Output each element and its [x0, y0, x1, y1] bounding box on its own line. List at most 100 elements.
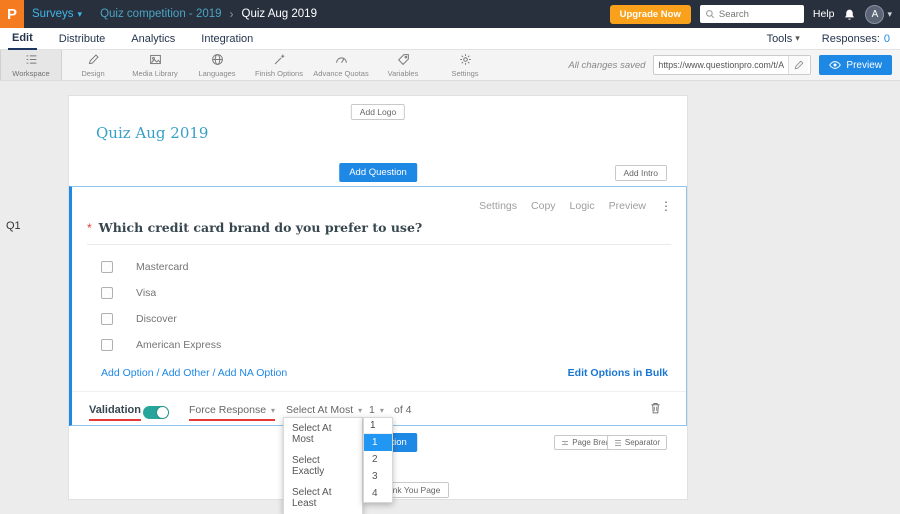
- toolbar-item-workspace[interactable]: Workspace: [0, 50, 62, 80]
- help-link[interactable]: Help: [813, 8, 835, 20]
- toolbar-item-label: Advance Quotas: [313, 68, 369, 78]
- validation-label: Validation: [89, 404, 141, 421]
- toolbar-item-label: Design: [81, 68, 105, 78]
- option-label[interactable]: Mastercard: [136, 261, 189, 273]
- option-label[interactable]: Discover: [136, 313, 177, 325]
- survey-url-input[interactable]: [654, 60, 789, 70]
- responses-label: Responses:: [821, 32, 880, 45]
- search-icon: [705, 9, 715, 19]
- add-logo-button[interactable]: Add Logo: [350, 104, 406, 120]
- toolbar-item-settings[interactable]: Settings: [434, 50, 496, 80]
- editor-canvas: Q1 Add Logo Quiz Aug 2019 Add Question A…: [0, 81, 900, 514]
- variables-tag-icon: [397, 53, 410, 68]
- count-option-4[interactable]: 4: [364, 485, 392, 502]
- chevron-down-icon: ▾: [379, 406, 384, 415]
- edit-options-in-bulk-link[interactable]: Edit Options in Bulk: [568, 367, 668, 379]
- topbar-right-cluster: Upgrade Now Help A ▾: [609, 4, 900, 24]
- search-input[interactable]: [718, 8, 799, 20]
- languages-globe-icon: [211, 53, 224, 68]
- survey-url-box: [653, 55, 812, 75]
- responses-count: 0: [883, 32, 890, 45]
- toolbar-item-advance-quotas[interactable]: Advance Quotas: [310, 50, 372, 80]
- nav-tab-analytics[interactable]: Analytics: [127, 28, 179, 50]
- option-row: Visa: [101, 287, 156, 299]
- surveys-product-menu[interactable]: Surveys ▾: [24, 8, 92, 20]
- save-status-text: All changes saved: [568, 59, 646, 71]
- toolbar-item-media-library[interactable]: Media Library: [124, 50, 186, 80]
- option-row: Mastercard: [101, 261, 189, 273]
- count-option-1[interactable]: 1: [364, 434, 392, 451]
- upgrade-now-button[interactable]: Upgrade Now: [609, 4, 691, 24]
- chevron-down-icon: ▾: [358, 406, 363, 415]
- required-asterisk: *: [87, 221, 92, 235]
- media-image-icon: [149, 53, 162, 68]
- preview-button[interactable]: Preview: [819, 55, 892, 75]
- question-actions: Settings Copy Logic Preview ⋮: [479, 199, 672, 213]
- edit-toolbar: Workspace Design Media Library Languages…: [0, 50, 900, 81]
- nav-tab-distribute[interactable]: Distribute: [55, 28, 109, 50]
- breadcrumb-parent[interactable]: Quiz competition - 2019: [100, 8, 221, 20]
- primary-nav: Edit Distribute Analytics Integration To…: [0, 28, 900, 50]
- notifications-bell-icon[interactable]: [843, 8, 856, 21]
- eye-icon: [829, 59, 842, 71]
- dropdown-option-select-exactly[interactable]: Select Exactly: [284, 450, 362, 482]
- tools-menu[interactable]: Tools ▾: [767, 33, 800, 45]
- count-value: 1: [369, 404, 375, 416]
- question-preview-link[interactable]: Preview: [609, 200, 646, 212]
- chevron-down-icon: ▾: [795, 33, 800, 43]
- force-response-dropdown[interactable]: Force Response ▾: [189, 404, 276, 421]
- count-option-3[interactable]: 3: [364, 468, 392, 485]
- workspace-icon: [25, 53, 38, 68]
- avatar[interactable]: A ▾: [865, 4, 892, 24]
- toolbar-item-label: Media Library: [132, 68, 178, 78]
- question-logic-link[interactable]: Logic: [570, 200, 595, 212]
- option-label[interactable]: American Express: [136, 339, 221, 351]
- validation-toggle[interactable]: [143, 406, 169, 419]
- toolbar-item-design[interactable]: Design: [62, 50, 124, 80]
- edit-url-pencil-icon[interactable]: [788, 56, 809, 74]
- more-options-icon[interactable]: ⋮: [660, 199, 672, 213]
- chevron-down-icon: ▾: [271, 406, 276, 415]
- breadcrumb: Quiz competition - 2019 › Quiz Aug 2019: [100, 7, 317, 21]
- dropdown-option-select-at-least[interactable]: Select At Least: [284, 482, 362, 514]
- question-divider: [87, 244, 671, 245]
- add-question-button-top[interactable]: Add Question: [339, 163, 417, 182]
- separator-icon: [614, 439, 622, 447]
- preview-label: Preview: [846, 59, 882, 71]
- option-checkbox[interactable]: [101, 287, 113, 299]
- question-copy-link[interactable]: Copy: [531, 200, 556, 212]
- option-checkbox[interactable]: [101, 313, 113, 325]
- toolbar-item-languages[interactable]: Languages: [186, 50, 248, 80]
- design-pencil-icon: [87, 53, 100, 68]
- of-total-label: of 4: [394, 404, 412, 416]
- toolbar-item-label: Variables: [387, 68, 419, 78]
- option-checkbox[interactable]: [101, 261, 113, 273]
- question-text[interactable]: Which credit card brand do you prefer to…: [99, 220, 423, 235]
- settings-gear-icon: [459, 53, 472, 68]
- toolbar-item-variables[interactable]: Variables: [372, 50, 434, 80]
- survey-title[interactable]: Quiz Aug 2019: [96, 124, 208, 142]
- separator-button[interactable]: Separator: [606, 435, 667, 450]
- nav-tab-edit[interactable]: Edit: [8, 28, 37, 50]
- finish-options-wand-icon: [273, 53, 286, 68]
- add-option-links[interactable]: Add Option / Add Other / Add NA Option: [101, 367, 287, 379]
- app-window: P Surveys ▾ Quiz competition - 2019 › Qu…: [0, 0, 900, 514]
- question-row-id: Q1: [6, 220, 21, 232]
- responses-indicator[interactable]: Responses: 0: [822, 33, 890, 45]
- count-dropdown-current-value[interactable]: 1: [364, 418, 392, 434]
- option-label[interactable]: Visa: [136, 287, 156, 299]
- toolbar-item-label: Workspace: [12, 68, 50, 78]
- toolbar-item-finish-options[interactable]: Finish Options: [248, 50, 310, 80]
- page-break-icon: [561, 439, 569, 447]
- count-option-2[interactable]: 2: [364, 451, 392, 468]
- option-checkbox[interactable]: [101, 339, 113, 351]
- delete-question-trash-icon[interactable]: [649, 401, 662, 415]
- search-box[interactable]: [699, 5, 804, 23]
- nav-tab-integration[interactable]: Integration: [197, 28, 257, 50]
- toolbar-right-cluster: All changes saved Preview: [568, 50, 900, 80]
- dropdown-option-select-at-most[interactable]: Select At Most: [284, 418, 362, 450]
- toolbar-item-label: Languages: [198, 68, 236, 78]
- add-intro-button[interactable]: Add Intro: [614, 165, 667, 181]
- question-settings-link[interactable]: Settings: [479, 200, 517, 212]
- questionpro-logo[interactable]: P: [0, 0, 24, 28]
